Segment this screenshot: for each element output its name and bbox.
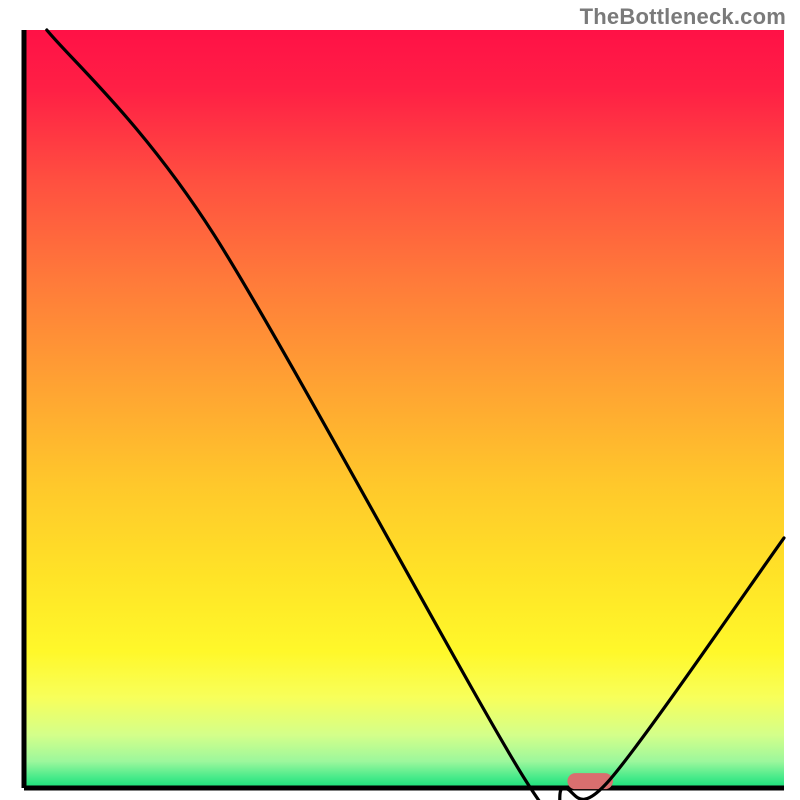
- plot-background: [24, 30, 784, 788]
- chart-frame: TheBottleneck.com: [0, 0, 800, 800]
- attribution-text: TheBottleneck.com: [580, 4, 786, 30]
- valley-highlight: [567, 773, 613, 789]
- bottleneck-chart: [0, 0, 800, 800]
